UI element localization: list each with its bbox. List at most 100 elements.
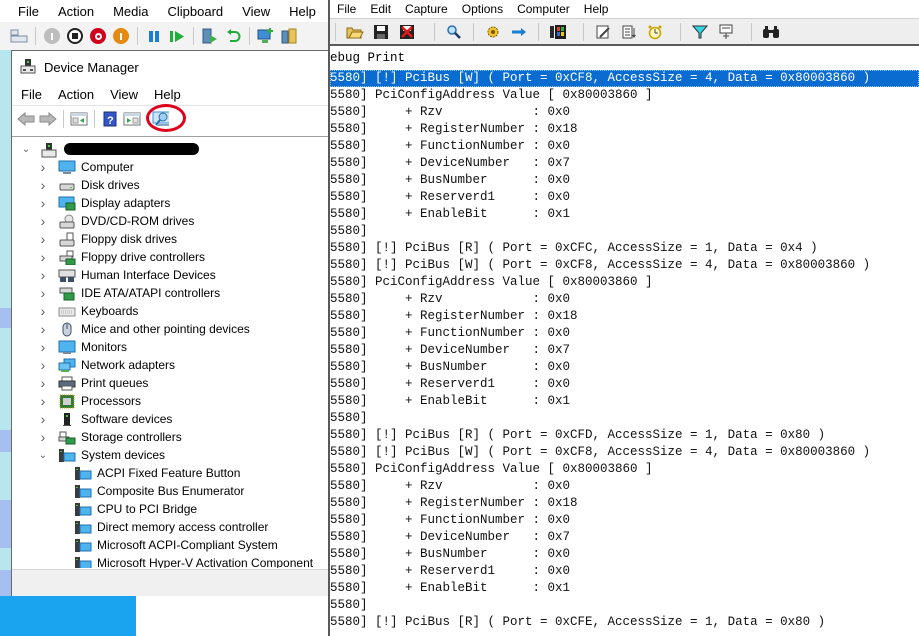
tree-device-item[interactable]: Microsoft Hyper-V Activation Component [74, 554, 313, 568]
hyperv-menu-media[interactable]: Media [113, 4, 148, 19]
tree-device-item[interactable]: Direct memory access controller [74, 518, 268, 536]
log-line[interactable]: 5580] + EnableBit : 0x1 [330, 580, 919, 597]
chevron-right-icon[interactable]: › [37, 339, 49, 355]
column-header-debug-print[interactable]: ebug Print [330, 46, 919, 70]
dv-menu-edit[interactable]: Edit [370, 2, 391, 16]
log-line[interactable]: 5580] + Rzv : 0x0 [330, 478, 919, 495]
log-line[interactable]: 5580] + DeviceNumber : 0x7 [330, 155, 919, 172]
log-line[interactable]: 5580] [!] PciBus [W] ( Port = 0xCF8, Acc… [330, 257, 919, 274]
shutdown-icon[interactable] [89, 27, 107, 45]
pause-icon[interactable] [145, 27, 163, 45]
dm-menu-help[interactable]: Help [154, 87, 181, 102]
forward-icon[interactable] [39, 110, 57, 128]
filter-icon[interactable] [691, 23, 709, 41]
chevron-right-icon[interactable]: › [37, 213, 49, 229]
tree-device-item[interactable]: Composite Bus Enumerator [74, 482, 244, 500]
log-line[interactable]: 5580] + Rzv : 0x0 [330, 104, 919, 121]
tree-category[interactable]: › Storage controllers [37, 428, 182, 446]
log-line[interactable]: 5580] + EnableBit : 0x1 [330, 393, 919, 410]
log-line[interactable]: 5580] + RegisterNumber : 0x18 [330, 121, 919, 138]
autoscroll-icon[interactable] [510, 23, 528, 41]
tree-category[interactable]: ⌄ System devices [37, 446, 165, 464]
dm-menu-view[interactable]: View [110, 87, 138, 102]
log-line[interactable]: 5580] + RegisterNumber : 0x18 [330, 308, 919, 325]
tree-category[interactable]: › Floppy disk drives [37, 230, 177, 248]
tree-category[interactable]: › Human Interface Devices [37, 266, 216, 284]
log-line[interactable]: 5580] PciConfigAddress Value [ 0x8000386… [330, 274, 919, 291]
hyperv-menu-clipboard[interactable]: Clipboard [168, 4, 224, 19]
chevron-right-icon[interactable]: › [37, 375, 49, 391]
tree-category[interactable]: › Network adapters [37, 356, 175, 374]
dm-menu-file[interactable]: File [21, 87, 42, 102]
clock-time-icon[interactable] [549, 23, 567, 41]
chevron-right-icon[interactable]: › [37, 249, 49, 265]
log-line[interactable]: 5580] [!] PciBus [W] ( Port = 0xCF8, Acc… [330, 70, 919, 87]
log-line[interactable]: 5580] + DeviceNumber : 0x7 [330, 529, 919, 546]
log-line[interactable]: 5580] PciConfigAddress Value [ 0x8000386… [330, 461, 919, 478]
log-line[interactable]: 5580] + DeviceNumber : 0x7 [330, 342, 919, 359]
log-line[interactable]: 5580] [330, 410, 919, 427]
tree-root-computer[interactable]: ⌄ [20, 140, 199, 158]
share-icon[interactable] [280, 27, 298, 45]
hyperv-menu-help[interactable]: Help [289, 4, 316, 19]
capture-icon[interactable] [484, 23, 502, 41]
dv-menu-file[interactable]: File [337, 2, 356, 16]
log-line[interactable]: 5580] + Rzv : 0x0 [330, 291, 919, 308]
tree-category[interactable]: › Computer [37, 158, 134, 176]
log-line[interactable]: 5580] [330, 223, 919, 240]
history-depth-icon[interactable] [620, 23, 638, 41]
log-line[interactable]: 5580] + Reserverd1 : 0x0 [330, 376, 919, 393]
chevron-down-icon[interactable]: ⌄ [37, 450, 49, 461]
log-line[interactable]: 5580] PciConfigAddress Value [ 0x8000386… [330, 87, 919, 104]
dv-menu-help[interactable]: Help [584, 2, 609, 16]
log-line[interactable]: 5580] + BusNumber : 0x0 [330, 172, 919, 189]
log-line[interactable]: 5580] + EnableBit : 0x1 [330, 206, 919, 223]
tree-category[interactable]: › Keyboards [37, 302, 139, 320]
log-line[interactable]: 5580] + BusNumber : 0x0 [330, 359, 919, 376]
checkpoint-icon[interactable] [201, 27, 219, 45]
tree-category[interactable]: › Mice and other pointing devices [37, 320, 250, 338]
dv-menu-capture[interactable]: Capture [405, 2, 448, 16]
log-line[interactable]: 5580] [!] PciBus [R] ( Port = 0xCFC, Acc… [330, 240, 919, 257]
log-line[interactable]: 5580] + Reserverd1 : 0x0 [330, 189, 919, 206]
highlight-icon[interactable] [594, 23, 612, 41]
bookmark-icon[interactable] [717, 23, 735, 41]
tree-category[interactable]: › IDE ATA/ATAPI controllers [37, 284, 221, 302]
log-line[interactable]: 5580] + Reserverd1 : 0x0 [330, 563, 919, 580]
chevron-right-icon[interactable]: › [37, 285, 49, 301]
log-line[interactable]: 5580] + FunctionNumber : 0x0 [330, 512, 919, 529]
log-line[interactable]: 5580] + BusNumber : 0x0 [330, 546, 919, 563]
tree-category[interactable]: › Floppy drive controllers [37, 248, 205, 266]
tree-category[interactable]: › Software devices [37, 410, 173, 428]
ctrl-alt-del-icon[interactable] [10, 27, 28, 45]
chevron-down-icon[interactable]: ⌄ [20, 144, 32, 155]
debug-output-log[interactable]: 5580] [!] PciBus [W] ( Port = 0xCF8, Acc… [330, 70, 919, 631]
tree-category[interactable]: › Print queues [37, 374, 149, 392]
log-line[interactable]: 5580] [330, 597, 919, 614]
chevron-right-icon[interactable]: › [37, 393, 49, 409]
save-state-icon[interactable] [112, 27, 130, 45]
log-line[interactable]: 5580] + FunctionNumber : 0x0 [330, 138, 919, 155]
revert-icon[interactable] [224, 27, 242, 45]
chevron-right-icon[interactable]: › [37, 231, 49, 247]
tree-device-item[interactable]: CPU to PCI Bridge [74, 500, 197, 518]
log-line[interactable]: 5580] [!] PciBus [R] ( Port = 0xCFE, Acc… [330, 614, 919, 631]
back-icon[interactable] [17, 110, 35, 128]
hyperv-menu-view[interactable]: View [242, 4, 270, 19]
chevron-right-icon[interactable]: › [37, 267, 49, 283]
chevron-right-icon[interactable]: › [37, 357, 49, 373]
enhanced-session-icon[interactable] [257, 27, 275, 45]
help-icon[interactable]: ? [101, 110, 119, 128]
chevron-right-icon[interactable]: › [37, 429, 49, 445]
tree-device-item[interactable]: Microsoft ACPI-Compliant System [74, 536, 278, 554]
tree-category[interactable]: › Display adapters [37, 194, 171, 212]
find-icon[interactable] [445, 23, 463, 41]
log-line[interactable]: 5580] + FunctionNumber : 0x0 [330, 325, 919, 342]
tree-category[interactable]: › Processors [37, 392, 141, 410]
hyperv-menu-action[interactable]: Action [58, 4, 94, 19]
tree-device-item[interactable]: ACPI Fixed Feature Button [74, 464, 240, 482]
resume-icon[interactable] [168, 27, 186, 45]
log-line[interactable]: 5580] + RegisterNumber : 0x18 [330, 495, 919, 512]
properties-icon[interactable] [123, 110, 141, 128]
chevron-right-icon[interactable]: › [37, 321, 49, 337]
